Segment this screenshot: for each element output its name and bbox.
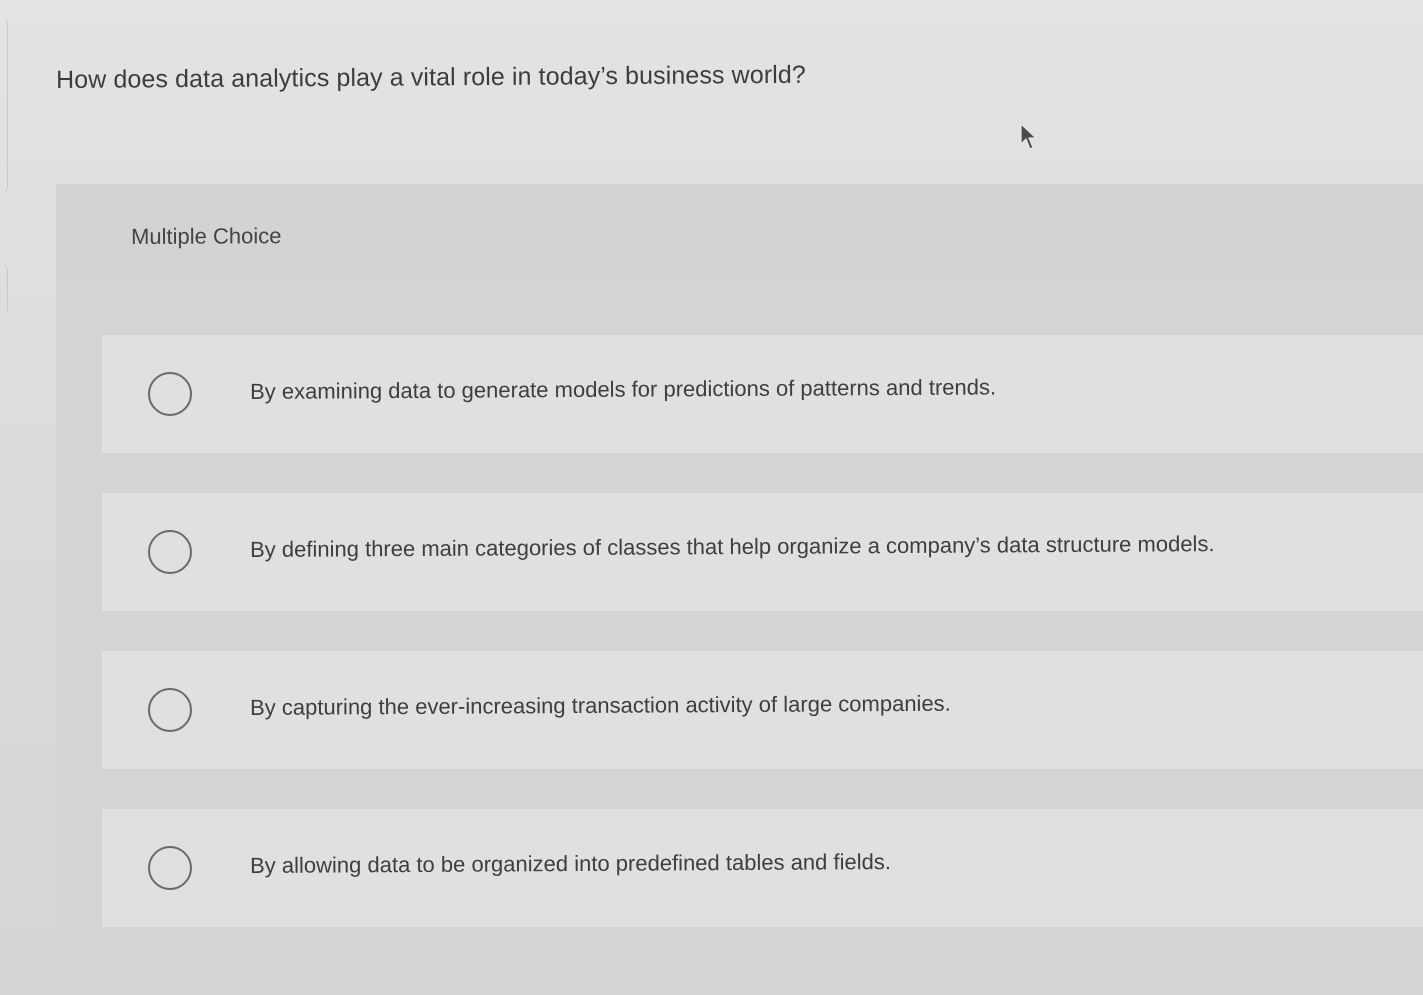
radio-unselected-icon[interactable] — [148, 530, 192, 574]
mouse-pointer-icon — [1020, 123, 1037, 150]
answer-option-3[interactable]: By capturing the ever-increasing transac… — [102, 651, 1423, 769]
radio-unselected-icon[interactable] — [148, 688, 192, 732]
multiple-choice-header: Multiple Choice — [56, 184, 1423, 276]
left-frame-edge-lower — [0, 265, 8, 315]
answer-option-label: By capturing the ever-increasing transac… — [250, 690, 951, 720]
multiple-choice-panel: Multiple Choice By examining data to gen… — [56, 184, 1423, 995]
answer-option-1[interactable]: By examining data to generate models for… — [102, 335, 1423, 453]
quiz-page: How does data analytics play a vital rol… — [0, 0, 1423, 995]
radio-unselected-icon[interactable] — [148, 846, 192, 890]
question-text: How does data analytics play a vital rol… — [56, 60, 806, 94]
answer-option-label: By allowing data to be organized into pr… — [250, 849, 892, 878]
answer-option-label: By defining three main categories of cla… — [250, 531, 1215, 562]
left-frame-edge — [0, 18, 8, 193]
question-type-label: Multiple Choice — [131, 223, 282, 249]
answer-option-label: By examining data to generate models for… — [250, 374, 997, 404]
answer-option-4[interactable]: By allowing data to be organized into pr… — [102, 809, 1423, 927]
radio-unselected-icon[interactable] — [148, 372, 192, 416]
answer-option-2[interactable]: By defining three main categories of cla… — [102, 493, 1423, 611]
